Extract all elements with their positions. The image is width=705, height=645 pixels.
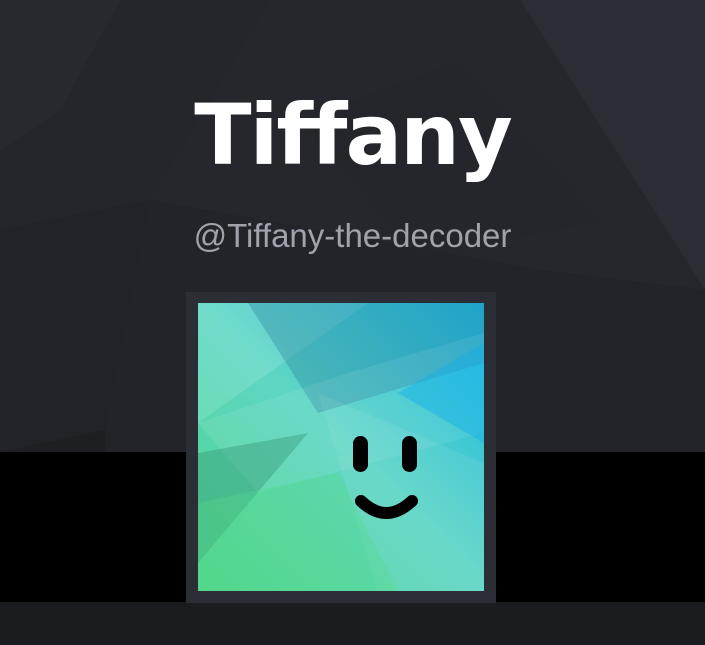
display-name: Tiffany: [194, 86, 512, 184]
page-footer-strip: [0, 602, 705, 645]
smiley-face-icon: [198, 303, 484, 591]
avatar[interactable]: [198, 303, 484, 591]
username-handle[interactable]: @Tiffany-the-decoder: [0, 214, 705, 258]
profile-page: Tiffany @Tiffany-the-decoder: [0, 0, 705, 645]
